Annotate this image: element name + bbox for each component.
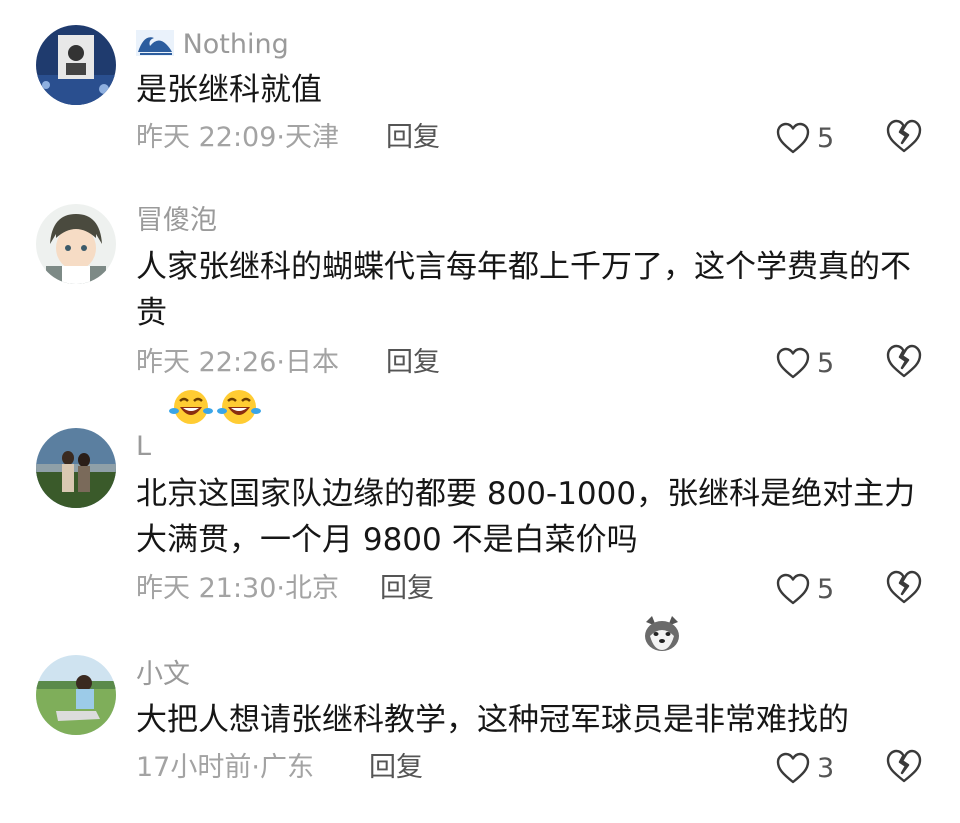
laugh-cry-emoji [169, 295, 213, 424]
laugh-cry-emoji [217, 295, 261, 424]
like-count: 5 [817, 347, 835, 379]
username[interactable]: 冒傻泡 [136, 206, 217, 236]
comment-text: 人家张继科的蝴蝶代言每年都上千万了，这个学费真的不贵 [136, 244, 926, 424]
like-count: 3 [817, 752, 835, 784]
broken-heart-icon [886, 749, 922, 783]
reply-button[interactable]: 回复 [369, 751, 423, 785]
avatar-image [36, 428, 116, 508]
timestamp: 昨天 21:30 [136, 573, 277, 604]
username[interactable]: 小文 [136, 660, 190, 690]
comment-text: 北京这国家队边缘的都要 800-1000，张继科是绝对主力大满贯，一个月 980… [136, 471, 926, 651]
avatar[interactable] [36, 25, 116, 105]
like-button[interactable]: 3 [775, 748, 834, 788]
wave-icon [136, 30, 174, 56]
like-button[interactable]: 5 [775, 343, 834, 383]
broken-heart-icon [886, 570, 922, 604]
dislike-button[interactable] [884, 343, 924, 383]
reply-button[interactable]: 回复 [386, 346, 440, 380]
comment-text: 大把人想请张继科教学，这种冠军球员是非常难找的 [136, 702, 849, 738]
location: 北京 [285, 573, 339, 604]
location: 天津 [285, 122, 339, 153]
location: 日本 [285, 347, 339, 378]
like-count: 5 [817, 122, 835, 154]
username[interactable]: L [136, 432, 151, 462]
username[interactable]: Nothing [136, 30, 289, 60]
username-text: Nothing [182, 29, 289, 60]
dislike-button[interactable] [884, 569, 924, 609]
avatar-image [36, 25, 116, 105]
location: 广东 [259, 752, 314, 783]
comment-meta: 17小时前·广东 [136, 752, 314, 783]
heart-icon [776, 573, 810, 605]
comment-text-body: 北京这国家队边缘的都要 800-1000，张继科是绝对主力大满贯，一个月 980… [136, 476, 916, 558]
avatar-image [36, 655, 116, 735]
like-count: 5 [817, 573, 835, 605]
comment-meta: 昨天 22:09·天津 [136, 122, 339, 153]
broken-heart-icon [886, 119, 922, 153]
heart-icon [776, 122, 810, 154]
dislike-button[interactable] [884, 748, 924, 788]
heart-icon [776, 347, 810, 379]
avatar[interactable] [36, 428, 116, 508]
like-button[interactable]: 5 [775, 569, 834, 609]
husky-emoji [640, 522, 684, 651]
reply-button[interactable]: 回复 [386, 121, 440, 155]
timestamp: 昨天 22:26 [136, 347, 277, 378]
like-button[interactable]: 5 [775, 118, 834, 158]
comment-text: 是张继科就值 [136, 72, 322, 108]
avatar[interactable] [36, 204, 116, 284]
timestamp: 17小时前 [136, 752, 252, 783]
heart-icon [776, 752, 810, 784]
comment-meta: 昨天 22:26·日本 [136, 347, 339, 378]
comment-meta: 昨天 21:30·北京 [136, 573, 339, 604]
avatar[interactable] [36, 655, 116, 735]
broken-heart-icon [886, 344, 922, 378]
avatar-image [36, 204, 116, 284]
reply-button[interactable]: 回复 [380, 572, 434, 606]
timestamp: 昨天 22:09 [136, 122, 277, 153]
dislike-button[interactable] [884, 118, 924, 158]
